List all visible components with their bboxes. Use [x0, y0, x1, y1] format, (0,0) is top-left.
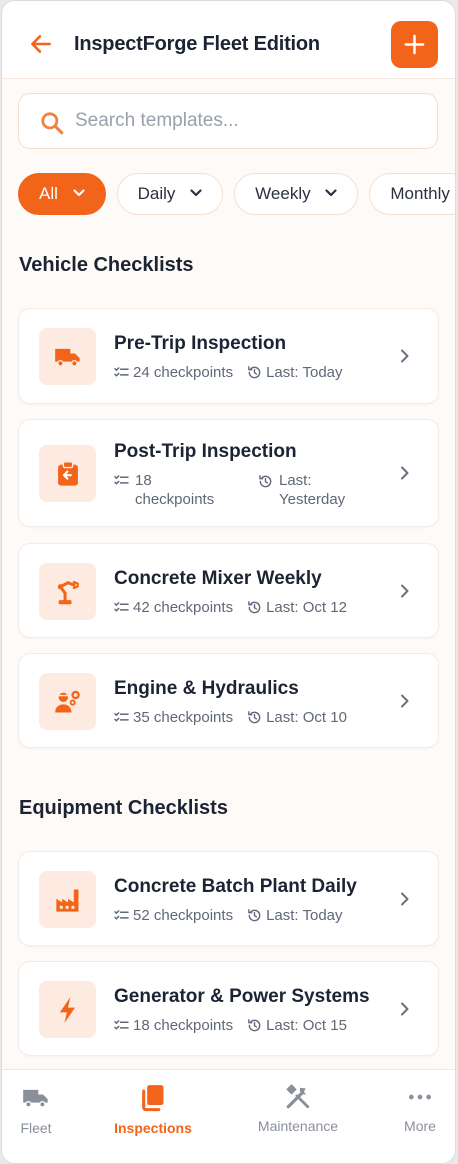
card-icon-box: [39, 563, 96, 620]
filter-chip-all[interactable]: All: [18, 173, 106, 215]
chevron-right-icon: [401, 694, 409, 708]
section-title-vehicle: Vehicle Checklists: [19, 254, 194, 276]
checklist-card[interactable]: Engine & Hydraulics 35 checkpoints Last:…: [18, 653, 439, 748]
section-title-equipment: Equipment Checklists: [19, 797, 228, 819]
checklist-meta: 18 checkpoints Last: Yesterday: [114, 471, 382, 509]
search-box: [18, 93, 438, 149]
checklist-meta: 42 checkpoints Last: Oct 12: [114, 599, 361, 616]
checkpoint-count: 18 checkpoints: [133, 1017, 234, 1034]
checklist-icon: [114, 711, 129, 722]
filter-chip-label: Monthly: [390, 184, 450, 203]
filter-chip-label: Weekly: [255, 184, 311, 203]
checklist-icon: [114, 909, 129, 920]
card-icon-box: [39, 871, 96, 928]
history-icon: [248, 600, 261, 613]
card-icon-box: [39, 328, 96, 385]
filter-chip-label: Daily: [137, 184, 176, 203]
checkpoint-count: 42 checkpoints: [133, 599, 234, 616]
checklist-card[interactable]: Post-Trip Inspection 18 checkpoints Last…: [18, 419, 439, 527]
last-run: Last: Oct 12: [266, 599, 347, 616]
history-icon: [248, 1018, 261, 1031]
checkpoint-count: 52 checkpoints: [133, 907, 234, 924]
nav-label: Fleet: [20, 1120, 52, 1136]
checklist-name: Concrete Batch Plant Daily: [114, 876, 357, 897]
nav-label: Maintenance: [257, 1118, 339, 1134]
chevron-right-icon: [401, 1002, 409, 1016]
checklist-icon: [114, 1019, 129, 1030]
robot-arm-icon: [57, 580, 80, 605]
chevron-down-icon: [73, 188, 85, 196]
last-run: Last: Today: [266, 364, 343, 381]
clipboard-return-icon: [58, 461, 78, 486]
history-icon: [248, 908, 261, 921]
arrow-left-icon: [31, 35, 51, 53]
lightning-icon: [59, 997, 75, 1023]
checkpoint-count: 18 checkpoints: [135, 472, 215, 508]
filter-bar: All Daily Weekly Monthly: [18, 173, 455, 215]
checklist-card[interactable]: Generator & Power Systems 18 checkpoints…: [18, 961, 439, 1056]
history-icon: [248, 365, 261, 378]
checklist-icon: [114, 601, 129, 612]
chevron-right-icon: [401, 349, 409, 363]
last-run: Last: Yesterday: [279, 472, 346, 508]
checklist-meta: 35 checkpoints Last: Oct 10: [114, 709, 361, 726]
checklist-meta: 52 checkpoints Last: Today: [114, 907, 357, 924]
chevron-right-icon: [401, 584, 409, 598]
search-input[interactable]: [75, 106, 415, 136]
tools-icon: [286, 1084, 310, 1109]
filter-chip-label: All: [39, 184, 58, 203]
chevron-right-icon: [401, 466, 409, 480]
mechanic-icon: [55, 690, 80, 713]
checklist-meta: 18 checkpoints Last: Oct 15: [114, 1017, 361, 1034]
nav-item-maintenance[interactable]: Maintenance: [250, 1084, 346, 1134]
checklist-meta: 24 checkpoints Last: Today: [114, 364, 357, 381]
more-icon: [408, 1094, 432, 1100]
card-icon-box: [39, 673, 96, 730]
history-icon: [248, 710, 261, 723]
back-button[interactable]: [28, 31, 54, 57]
checklist-name: Concrete Mixer Weekly: [114, 568, 322, 589]
chevron-down-icon: [190, 188, 202, 196]
factory-icon: [56, 889, 79, 912]
nav-label: More: [404, 1118, 436, 1134]
plus-icon: [404, 34, 425, 55]
chevron-down-icon: [325, 188, 337, 196]
checkpoint-count: 24 checkpoints: [133, 364, 234, 381]
nav-label: Inspections: [114, 1120, 192, 1136]
checkpoint-count: 35 checkpoints: [133, 709, 234, 726]
checklist-name: Engine & Hydraulics: [114, 678, 299, 699]
filter-chip-weekly[interactable]: Weekly: [234, 173, 359, 215]
add-template-button[interactable]: [391, 21, 438, 68]
history-icon: [259, 475, 272, 488]
last-run: Last: Oct 15: [266, 1017, 347, 1034]
checklist-icon: [114, 475, 129, 485]
last-run: Last: Today: [266, 907, 343, 924]
card-icon-box: [39, 981, 96, 1038]
filter-chip-daily[interactable]: Daily: [116, 173, 224, 215]
checklist-card[interactable]: Pre-Trip Inspection 24 checkpoints Last:…: [18, 308, 439, 404]
copy-icon: [142, 1085, 164, 1112]
nav-item-fleet[interactable]: Fleet: [16, 1084, 56, 1136]
filter-chip-monthly[interactable]: Monthly: [369, 173, 455, 215]
app-header: InspectForge Fleet Edition: [2, 1, 455, 79]
checklist-card[interactable]: Concrete Mixer Weekly 42 checkpoints Las…: [18, 543, 439, 638]
checklist-card[interactable]: Concrete Batch Plant Daily 52 checkpoint…: [18, 851, 439, 946]
truck-icon: [55, 348, 80, 367]
nav-item-inspections[interactable]: Inspections: [110, 1084, 196, 1136]
truck-icon: [23, 1089, 48, 1108]
checklist-name: Generator & Power Systems: [114, 986, 370, 1007]
search-icon: [41, 112, 64, 135]
card-icon-box: [39, 445, 96, 502]
nav-item-more[interactable]: More: [399, 1084, 441, 1134]
chevron-right-icon: [401, 892, 409, 906]
page-title: InspectForge Fleet Edition: [74, 33, 320, 55]
checklist-name: Post-Trip Inspection: [114, 441, 297, 462]
checklist-icon: [114, 366, 129, 377]
bottom-nav: Fleet Inspections Maintenance More: [2, 1069, 455, 1163]
checklist-name: Pre-Trip Inspection: [114, 333, 287, 354]
app-window: InspectForge Fleet Edition All Daily Wee…: [1, 0, 456, 1164]
last-run: Last: Oct 10: [266, 709, 347, 726]
